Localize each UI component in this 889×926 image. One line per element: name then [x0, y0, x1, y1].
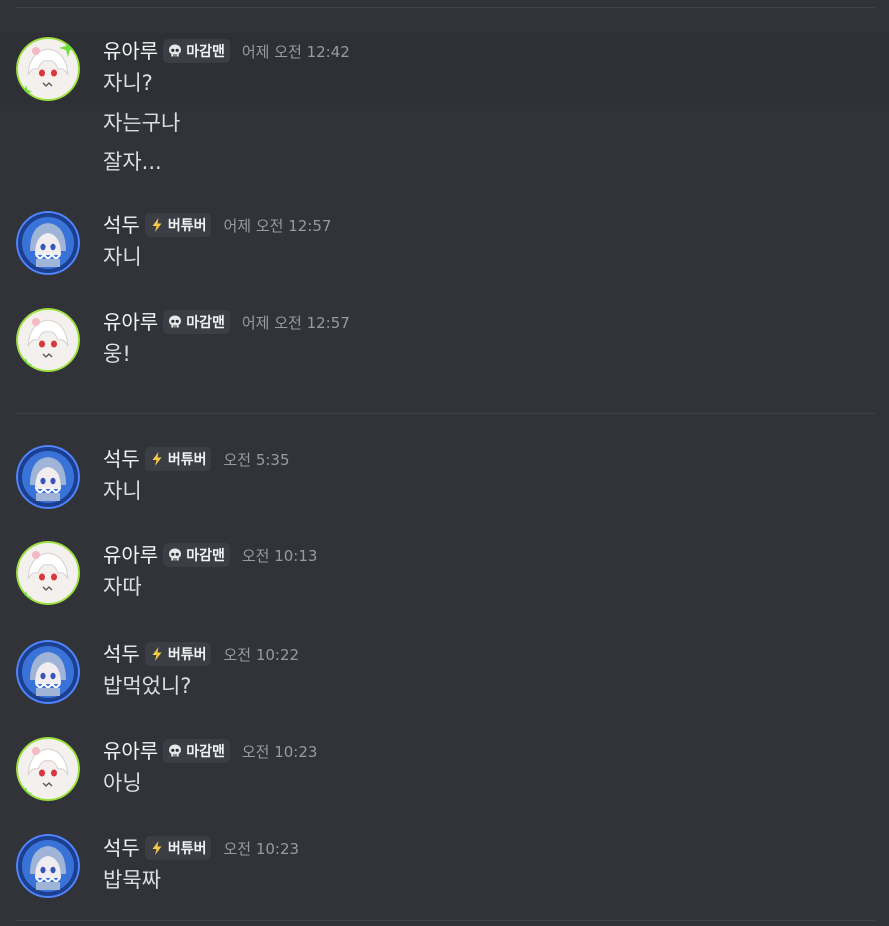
message-group[interactable]: 유아루 마감맨 오전 10:13 자따: [0, 537, 889, 609]
avatar[interactable]: [16, 308, 80, 372]
user-tag[interactable]: 마감맨: [163, 39, 230, 63]
message-text: 밥먹었니?: [103, 674, 192, 698]
message-text: 자는구나: [103, 111, 181, 135]
message-group[interactable]: 유아루 마감맨 어제 오전 12:42 자니?: [0, 33, 889, 105]
user-tag-label: 마감맨: [186, 315, 225, 331]
skull-icon: [169, 744, 182, 757]
user-tag-label: 마감맨: [186, 744, 225, 760]
message-text: 자니: [103, 245, 142, 269]
message-group[interactable]: 석두 버튜버 오전 5:35 자니: [0, 441, 889, 513]
shark-hood-girl-avatar-icon: [16, 211, 80, 275]
message-divider: [16, 7, 875, 8]
user-tag[interactable]: 마감맨: [163, 543, 230, 567]
avatar[interactable]: [16, 37, 80, 101]
message-group[interactable]: 유아루 마감맨 어제 오전 12:57 웅!: [0, 304, 889, 376]
username[interactable]: 석두: [103, 833, 140, 863]
avatar[interactable]: [16, 445, 80, 509]
message-text: 아닝: [103, 771, 142, 795]
message-header: 유아루 마감맨 어제 오전 12:42: [103, 36, 350, 66]
lightning-bolt-icon: [152, 841, 162, 855]
message-header: 유아루 마감맨 어제 오전 12:57: [103, 307, 350, 337]
user-tag[interactable]: 버튜버: [144, 836, 212, 860]
message-text: 밥묵짜: [103, 868, 161, 892]
shark-hood-girl-avatar-icon: [16, 445, 80, 509]
timestamp[interactable]: 오전 10:22: [223, 644, 299, 665]
username[interactable]: 석두: [103, 210, 140, 240]
user-tag[interactable]: 버튜버: [144, 642, 212, 666]
message-text: 잘자...: [103, 150, 162, 174]
lightning-bolt-icon: [152, 218, 162, 232]
username[interactable]: 석두: [103, 639, 140, 669]
message-header: 유아루 마감맨 오전 10:13: [103, 540, 317, 570]
message-text: 자니?: [103, 71, 153, 95]
timestamp[interactable]: 오전 5:35: [223, 449, 289, 470]
message-header: 유아루 마감맨 오전 10:23: [103, 736, 317, 766]
avatar[interactable]: [16, 834, 80, 898]
avatar[interactable]: [16, 640, 80, 704]
message-divider: [16, 920, 875, 921]
timestamp[interactable]: 어제 오전 12:57: [242, 312, 350, 333]
user-tag-label: 버튜버: [167, 218, 207, 234]
user-tag[interactable]: 마감맨: [163, 739, 230, 763]
message-text: 자니: [103, 479, 142, 503]
message-group[interactable]: 석두 버튜버 어제 오전 12:57 자니: [0, 207, 889, 279]
lightning-bolt-icon: [152, 647, 162, 661]
username[interactable]: 유아루: [103, 307, 158, 337]
timestamp[interactable]: 어제 오전 12:57: [223, 215, 331, 236]
lightning-bolt-icon: [152, 452, 162, 466]
message-divider: [16, 413, 875, 414]
avatar[interactable]: [16, 737, 80, 801]
timestamp[interactable]: 오전 10:23: [242, 741, 318, 762]
chat-message-list[interactable]: 유아루 마감맨 어제 오전 12:42 자니? 자는구나 잘자... 석두 버튜…: [0, 0, 889, 926]
message-header: 석두 버튜버 오전 10:23: [103, 833, 299, 863]
username[interactable]: 석두: [103, 444, 140, 474]
avatar[interactable]: [16, 541, 80, 605]
white-hair-girl-avatar-icon: [16, 37, 80, 101]
timestamp[interactable]: 오전 10:13: [242, 545, 318, 566]
message-group[interactable]: 유아루 마감맨 오전 10:23 아닝: [0, 733, 889, 805]
user-tag-label: 버튜버: [167, 647, 207, 663]
message-header: 석두 버튜버 어제 오전 12:57: [103, 210, 331, 240]
username[interactable]: 유아루: [103, 540, 158, 570]
user-tag-label: 마감맨: [186, 44, 225, 60]
white-hair-girl-avatar-icon: [16, 737, 80, 801]
skull-icon: [169, 548, 182, 561]
username[interactable]: 유아루: [103, 736, 158, 766]
user-tag-label: 버튜버: [167, 841, 207, 857]
message-header: 석두 버튜버 오전 5:35: [103, 444, 290, 474]
user-tag-label: 버튜버: [167, 452, 207, 468]
white-hair-girl-avatar-icon: [16, 308, 80, 372]
avatar[interactable]: [16, 211, 80, 275]
message-header: 석두 버튜버 오전 10:22: [103, 639, 299, 669]
user-tag[interactable]: 마감맨: [163, 310, 230, 334]
timestamp[interactable]: 어제 오전 12:42: [242, 41, 350, 62]
message-group[interactable]: 석두 버튜버 오전 10:23 밥묵짜: [0, 830, 889, 902]
shark-hood-girl-avatar-icon: [16, 640, 80, 704]
username[interactable]: 유아루: [103, 36, 158, 66]
message-text: 자따: [103, 575, 142, 599]
user-tag[interactable]: 버튜버: [144, 447, 212, 471]
message-group[interactable]: 석두 버튜버 오전 10:22 밥먹었니?: [0, 636, 889, 708]
message-text: 웅!: [103, 342, 131, 366]
user-tag-label: 마감맨: [186, 548, 225, 564]
skull-icon: [169, 315, 182, 328]
timestamp[interactable]: 오전 10:23: [223, 838, 299, 859]
white-hair-girl-avatar-icon: [16, 541, 80, 605]
skull-icon: [169, 44, 182, 57]
user-tag[interactable]: 버튜버: [144, 213, 212, 237]
shark-hood-girl-avatar-icon: [16, 834, 80, 898]
